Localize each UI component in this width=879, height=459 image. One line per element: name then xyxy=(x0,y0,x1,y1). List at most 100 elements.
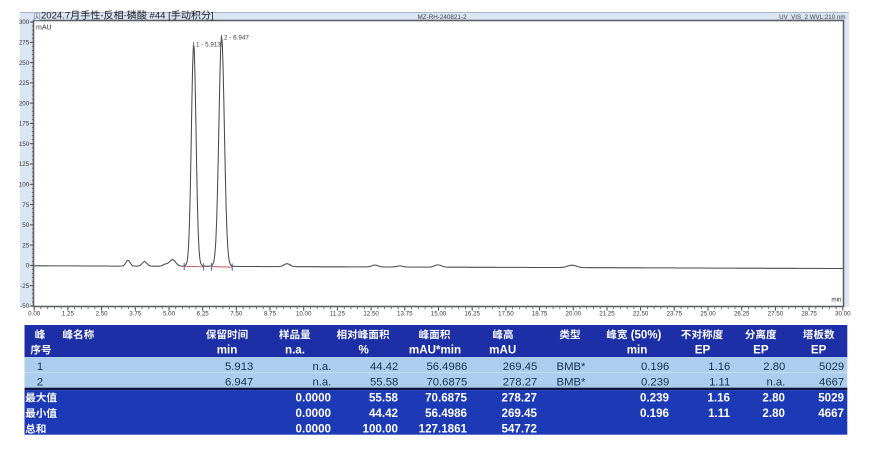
svg-text:5.00: 5.00 xyxy=(163,311,176,318)
svg-text:200: 200 xyxy=(19,100,30,107)
svg-text:70.6875: 70.6875 xyxy=(426,376,467,388)
svg-text:min: min xyxy=(217,344,238,357)
svg-text:547.72: 547.72 xyxy=(502,423,537,436)
svg-text:2.80: 2.80 xyxy=(763,361,785,373)
svg-text:28.75: 28.75 xyxy=(801,311,817,318)
svg-text:2.50: 2.50 xyxy=(96,311,109,318)
svg-text:-: - xyxy=(100,11,103,22)
svg-text:100.00: 100.00 xyxy=(363,423,398,436)
svg-text:269.45: 269.45 xyxy=(503,361,538,373)
svg-text:25.00: 25.00 xyxy=(700,311,716,318)
svg-text:21.25: 21.25 xyxy=(599,311,615,318)
svg-text:0.0000: 0.0000 xyxy=(296,407,331,420)
svg-text:100: 100 xyxy=(19,182,30,189)
svg-text:5029: 5029 xyxy=(818,391,844,404)
svg-text:0.239: 0.239 xyxy=(641,376,669,388)
svg-text:0.00: 0.00 xyxy=(28,311,41,318)
svg-text:300: 300 xyxy=(19,19,30,26)
svg-text:7.50: 7.50 xyxy=(230,311,243,318)
svg-text:0: 0 xyxy=(26,263,30,270)
svg-text:#44 [: #44 [ xyxy=(147,11,171,22)
svg-text:44.42: 44.42 xyxy=(370,361,398,373)
svg-text:%: % xyxy=(359,344,369,357)
svg-text:6.947: 6.947 xyxy=(225,376,253,388)
svg-text:27.50: 27.50 xyxy=(768,311,784,318)
svg-text:1: 1 xyxy=(37,361,43,373)
svg-text:150: 150 xyxy=(19,141,30,148)
svg-text:250: 250 xyxy=(19,60,30,67)
svg-text:EP: EP xyxy=(811,344,827,357)
svg-text:n.a.: n.a. xyxy=(766,376,785,388)
svg-text:EP: EP xyxy=(695,344,711,357)
svg-text:1.11: 1.11 xyxy=(709,376,730,388)
svg-text:-: - xyxy=(124,11,127,22)
svg-text:70.6875: 70.6875 xyxy=(425,391,467,404)
svg-text:mAU: mAU xyxy=(36,24,52,31)
svg-text:0.196: 0.196 xyxy=(641,361,669,373)
svg-text:10.00: 10.00 xyxy=(296,311,312,318)
svg-text:1.11: 1.11 xyxy=(708,407,730,420)
svg-text:3.75: 3.75 xyxy=(129,311,142,318)
svg-text:13.75: 13.75 xyxy=(397,311,413,318)
svg-text:mAU*min: mAU*min xyxy=(409,344,461,357)
svg-text:2 - 6.947: 2 - 6.947 xyxy=(224,35,249,42)
svg-text:278.27: 278.27 xyxy=(503,376,538,388)
svg-text:44.42: 44.42 xyxy=(369,407,398,420)
svg-text:225: 225 xyxy=(19,80,30,87)
svg-text:56.4986: 56.4986 xyxy=(426,361,467,373)
svg-text:6.25: 6.25 xyxy=(197,311,210,318)
svg-text:5029: 5029 xyxy=(819,361,844,373)
svg-text:-50: -50 xyxy=(20,303,30,310)
svg-text:25: 25 xyxy=(22,242,29,249)
svg-text:n.a.: n.a. xyxy=(312,361,331,373)
svg-text:50: 50 xyxy=(22,222,29,229)
svg-text:23.75: 23.75 xyxy=(667,311,683,318)
svg-text:2: 2 xyxy=(37,376,43,388)
svg-text:55.58: 55.58 xyxy=(370,376,398,388)
svg-text:12.50: 12.50 xyxy=(363,311,379,318)
svg-text:EP: EP xyxy=(753,344,769,357)
svg-text:2.80: 2.80 xyxy=(762,391,785,404)
svg-text:min: min xyxy=(627,344,648,357)
svg-text:4667: 4667 xyxy=(818,407,844,420)
svg-text:8.75: 8.75 xyxy=(264,311,277,318)
svg-text:0.239: 0.239 xyxy=(640,391,670,404)
svg-text:BMB*: BMB* xyxy=(557,376,586,388)
svg-text:0.0000: 0.0000 xyxy=(296,391,331,404)
svg-text:-25: -25 xyxy=(20,283,30,290)
svg-text:1.16: 1.16 xyxy=(708,361,730,373)
svg-text:min: min xyxy=(831,297,842,304)
svg-text:11.25: 11.25 xyxy=(330,311,346,318)
svg-text:]: ] xyxy=(211,11,214,22)
svg-text:127.1861: 127.1861 xyxy=(419,423,468,436)
svg-text:UV_VIS_2 WVL:210 nm: UV_VIS_2 WVL:210 nm xyxy=(779,14,845,21)
svg-text:20.00: 20.00 xyxy=(566,311,582,318)
svg-text:22.50: 22.50 xyxy=(633,311,649,318)
svg-text:5.913: 5.913 xyxy=(225,361,253,373)
svg-text:n.a.: n.a. xyxy=(312,376,331,388)
svg-text:56.4986: 56.4986 xyxy=(425,407,467,420)
svg-text:55.58: 55.58 xyxy=(369,391,399,404)
svg-text:BMB*: BMB* xyxy=(557,361,586,373)
svg-text:16.25: 16.25 xyxy=(464,311,480,318)
svg-text:18.75: 18.75 xyxy=(532,311,548,318)
svg-text:269.45: 269.45 xyxy=(502,407,538,420)
svg-text:2.80: 2.80 xyxy=(762,407,785,420)
svg-text:4667: 4667 xyxy=(819,376,844,388)
svg-text:15.00: 15.00 xyxy=(431,311,447,318)
svg-text:278.27: 278.27 xyxy=(502,391,537,404)
svg-text:125: 125 xyxy=(19,161,30,168)
svg-text:n.a.: n.a. xyxy=(285,344,305,357)
svg-text:75: 75 xyxy=(22,202,29,209)
svg-text:275: 275 xyxy=(19,40,30,47)
svg-text:1.25: 1.25 xyxy=(62,311,75,318)
svg-text:2024.7: 2024.7 xyxy=(41,11,70,22)
svg-text:(50%): (50%) xyxy=(628,329,662,341)
svg-text:0.196: 0.196 xyxy=(640,407,670,420)
svg-text:175: 175 xyxy=(19,121,30,128)
svg-text:26.25: 26.25 xyxy=(734,311,750,318)
svg-text:17.50: 17.50 xyxy=(498,311,514,318)
svg-text:1.16: 1.16 xyxy=(707,391,730,404)
svg-text:0.0000: 0.0000 xyxy=(296,423,331,436)
svg-text:mAU: mAU xyxy=(489,344,516,357)
